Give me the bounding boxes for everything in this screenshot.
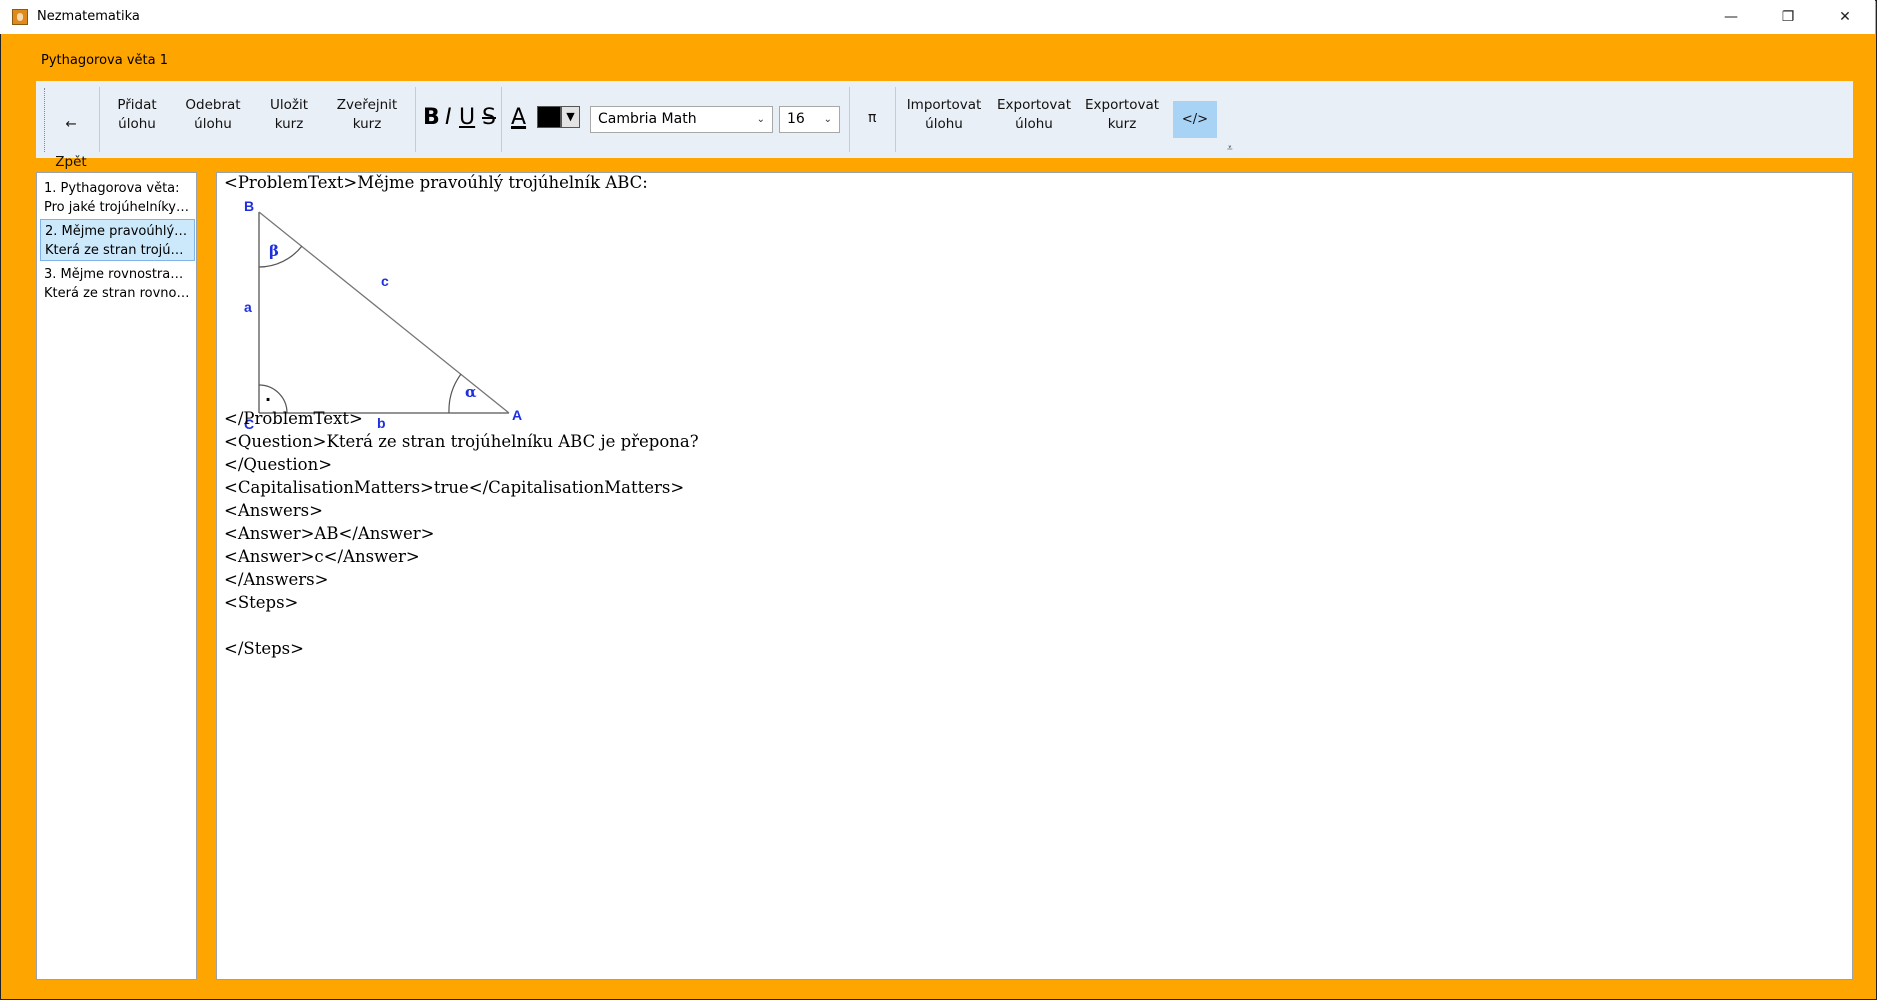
editor-line: </Answers> [224,570,329,589]
course-title: Pythagorova věta 1 [41,53,169,68]
import-task-button[interactable]: Importovat úlohu [906,96,982,134]
italic-button[interactable]: I [445,104,452,132]
add-task-button[interactable]: Přidat úlohu [112,96,162,134]
font-size-value: 16 [787,111,805,127]
underline-button[interactable]: U [459,104,475,132]
angle-alpha-label: α [465,383,477,401]
restore-button[interactable]: ❐ [1765,0,1811,34]
back-label: Zpět [55,154,87,170]
editor-line: </Question> [224,455,333,474]
toolbar-separator [849,87,850,152]
task-title: 1. Pythagorova věta: [44,181,180,196]
side-a-label: a [244,299,252,315]
publish-course-button[interactable]: Zveřejnit kurz [334,96,400,134]
font-family-select[interactable]: Cambria Math ⌄ [590,106,773,133]
close-button[interactable]: ✕ [1822,0,1868,34]
insert-pi-button[interactable]: π [868,110,876,126]
toolbar-grip[interactable] [44,88,45,152]
title-bar: Nezmatematika — ❐ ✕ [0,0,1875,34]
editor-line: <Steps> [224,593,299,612]
task-title: 3. Mějme rovnostranný trojúhelník [44,267,191,282]
window-title: Nezmatematika [37,9,140,24]
side-b-label: b [377,415,386,431]
editor-line: <Answer>c</Answer> [224,547,420,566]
chevron-down-icon: ⌄ [756,114,765,125]
font-family-value: Cambria Math [598,111,697,127]
task-subtitle: Která ze stran rovnos... [44,286,191,301]
editor-line: <Answers> [224,501,323,520]
editor-line: </Steps> [224,639,304,658]
editor-line: <Answer>AB</Answer> [224,524,435,543]
side-c-label: c [381,273,389,289]
editor-line: <Question>Která ze stran trojúhelníku AB… [224,432,699,451]
bold-button[interactable]: B [423,104,440,132]
task-subtitle: Která ze stran trojúh... [45,243,190,258]
color-dropdown-button[interactable]: ▼ [561,106,580,128]
list-item[interactable]: 2. Mějme pravoúhlý trojúhelník ABC: Kter… [40,219,195,261]
editor-line: </ProblemText> [224,409,363,428]
toolbar-separator [415,87,416,152]
editor-line: <ProblemText>Mějme pravoúhlý trojúhelník… [224,173,648,192]
minimize-button[interactable]: — [1708,0,1754,34]
vertex-a-label: A [512,407,522,423]
list-item[interactable]: 3. Mějme rovnostranný trojúhelník Která … [40,263,195,305]
color-swatch[interactable] [537,106,561,128]
angle-beta-label: β [269,242,279,260]
save-course-button[interactable]: Uložit kurz [267,96,311,134]
font-size-select[interactable]: 16 ⌄ [779,106,840,133]
app-icon [12,9,28,25]
toolbar-overflow-icon[interactable]: ⩡ [1227,143,1233,154]
vertex-b-label: B [244,200,254,214]
export-task-button[interactable]: Exportovat úlohu [996,96,1072,134]
font-color-button[interactable]: A [511,104,526,132]
right-angle-dot: · [265,390,271,409]
toolbar-separator [895,87,896,152]
chevron-down-icon: ⌄ [823,114,832,125]
editor-line: <CapitalisationMatters>true</Capitalisat… [224,478,685,497]
strikethrough-button[interactable]: S [482,104,496,132]
arrow-left-icon: ← [65,116,77,132]
toolbar-separator [501,87,502,152]
toolbar-separator [99,87,100,152]
remove-task-button[interactable]: Odebrat úlohu [184,96,242,134]
task-list: 1. Pythagorova věta: Pro jaké trojúhelní… [36,172,197,980]
list-item[interactable]: 1. Pythagorova věta: Pro jaké trojúhelní… [40,177,195,219]
code-view-button[interactable]: </> [1173,101,1217,138]
xml-editor[interactable]: <ProblemText>Mějme pravoúhlý trojúhelník… [216,172,1853,980]
task-subtitle: Pro jaké trojúhelníky ... [44,200,191,215]
triangle-figure: B C A a b c β α · [244,200,522,432]
export-course-button[interactable]: Exportovat kurz [1085,96,1159,134]
task-title: 2. Mějme pravoúhlý trojúhelník ABC: [45,224,190,239]
